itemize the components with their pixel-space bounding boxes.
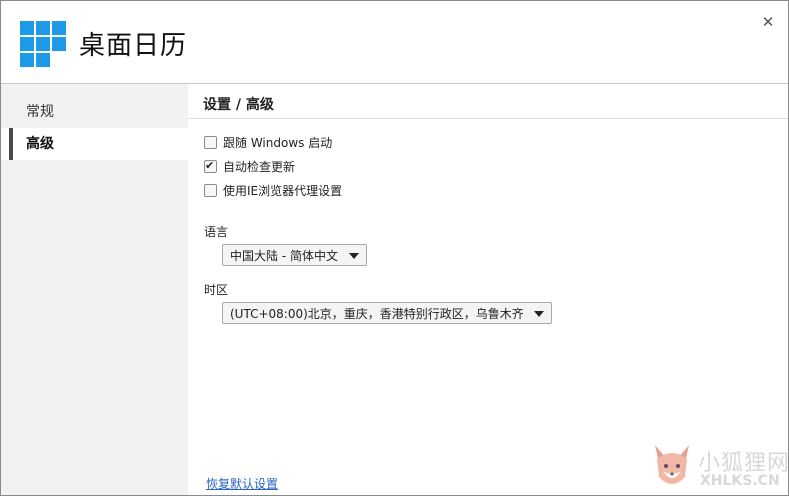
sidebar-item-general[interactable]: 常规: [1, 96, 188, 128]
language-label: 语言: [204, 225, 229, 239]
fox-logo-icon: [655, 445, 689, 484]
close-icon[interactable]: ✕: [759, 13, 777, 31]
ie-proxy-checkbox[interactable]: 使用IE浏览器代理设置: [204, 183, 342, 201]
settings-window: 桌面日历 ✕ 常规 高级 设置 / 高级 跟随 Windows 启动 自动检查更…: [0, 0, 789, 496]
timezone-label: 时区: [204, 283, 229, 297]
startup-with-windows-checkbox[interactable]: 跟随 Windows 启动: [204, 135, 332, 153]
dropdown-arrow-icon: [534, 311, 544, 317]
sidebar-item-advanced[interactable]: 高级: [1, 128, 188, 160]
timezone-selected-value: (UTC+08:00)北京，重庆，香港特别行政区，乌鲁木齐: [230, 307, 524, 321]
watermark: 小狐狸网 XHLKS.CN: [651, 441, 788, 495]
language-selected-value: 中国大陆 - 简体中文: [230, 249, 338, 263]
checkbox-unchecked-icon[interactable]: [204, 184, 217, 197]
app-title: 桌面日历: [79, 31, 188, 61]
main-panel: 设置 / 高级 跟随 Windows 启动 自动检查更新 使用IE浏览器代理设置…: [188, 84, 788, 495]
watermark-text-en: XHLKS.CN: [700, 473, 780, 489]
auto-check-updates-checkbox[interactable]: 自动检查更新: [204, 158, 296, 177]
section-divider: [188, 118, 788, 119]
checkbox-unchecked-icon[interactable]: [204, 136, 217, 149]
timezone-select[interactable]: (UTC+08:00)北京，重庆，香港特别行政区，乌鲁木齐: [222, 302, 552, 324]
section-title: 设置 / 高级: [203, 97, 274, 113]
app-logo-icon: [20, 21, 68, 71]
checkbox-label: 跟随 Windows 启动: [223, 136, 333, 150]
sidebar: 常规 高级: [1, 84, 188, 495]
checkbox-label: 使用IE浏览器代理设置: [223, 184, 343, 198]
window-header: 桌面日历 ✕: [1, 1, 788, 84]
dropdown-arrow-icon: [349, 253, 359, 259]
checkbox-label: 自动检查更新: [223, 160, 296, 174]
checkbox-checked-icon[interactable]: [204, 158, 217, 174]
sidebar-item-label: 高级: [26, 136, 54, 152]
sidebar-item-label: 常规: [26, 104, 54, 120]
language-select[interactable]: 中国大陆 - 简体中文: [222, 244, 367, 266]
restore-defaults-link[interactable]: 恢复默认设置: [206, 475, 278, 492]
